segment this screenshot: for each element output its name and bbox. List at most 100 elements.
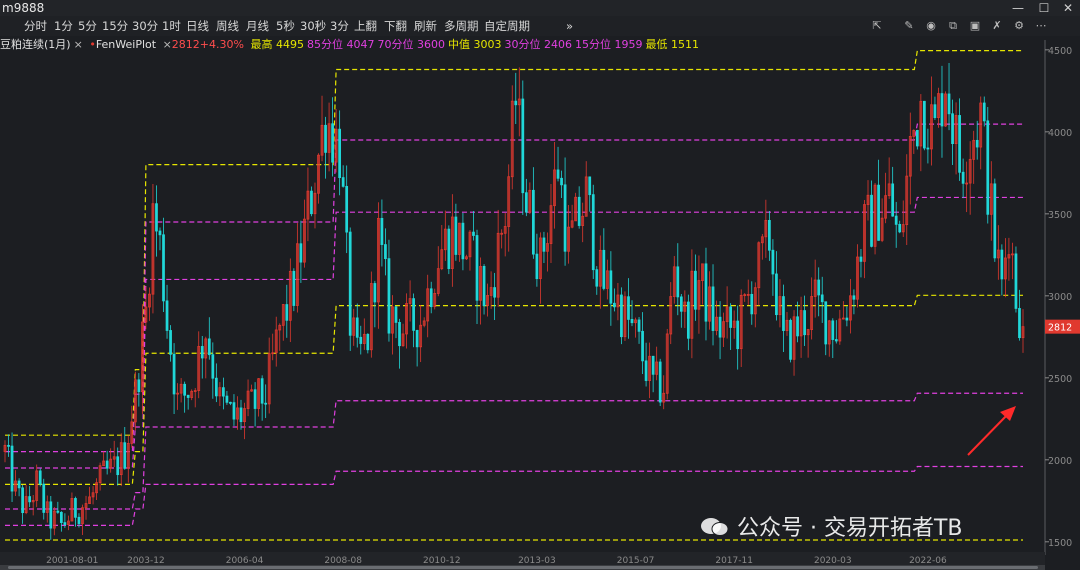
period-button-3[interactable]: 15分 — [102, 16, 128, 36]
candle-body — [859, 256, 863, 262]
candle-body — [454, 216, 458, 255]
candle-body — [947, 93, 951, 115]
candle-body — [253, 389, 257, 409]
candle-body — [923, 100, 926, 149]
candle-body — [447, 228, 451, 269]
watermark: 公众号 · 交易开拓者TB — [700, 510, 963, 542]
candle-body — [56, 510, 60, 513]
period-button-13[interactable]: 下翻 — [384, 16, 407, 36]
legend-stat-4: 30分位 2406 — [504, 38, 572, 51]
window-titlebar: m9888 — ☐ ✕ — [0, 0, 1080, 16]
candle-body — [796, 316, 799, 337]
candle-body — [1000, 249, 1004, 280]
candle-body — [711, 286, 715, 331]
period-button-2[interactable]: 5分 — [78, 16, 97, 36]
candle-body — [641, 330, 644, 362]
layers-icon[interactable]: ⧉ — [944, 16, 962, 36]
period-button-12[interactable]: 上翻 — [354, 16, 377, 36]
period-button-5[interactable]: 1时 — [162, 16, 181, 36]
candle-body — [926, 147, 930, 150]
period-button-4[interactable]: 30分 — [132, 16, 158, 36]
candle-body — [355, 317, 359, 338]
candle-body — [613, 302, 616, 308]
candle-body — [59, 511, 63, 523]
candle-body — [542, 237, 546, 252]
candle-body — [348, 231, 352, 336]
candle-body — [285, 304, 289, 321]
period-button-9[interactable]: 5秒 — [276, 16, 295, 36]
image-icon[interactable]: ▣ — [966, 16, 984, 36]
candle-body — [384, 244, 387, 260]
candle-body — [482, 265, 486, 306]
price-change: 2812+4.30% — [171, 38, 244, 51]
candle-body — [415, 329, 419, 348]
y-tick-label: 3000 — [1048, 292, 1072, 303]
candle-body — [514, 100, 518, 106]
candle-body — [232, 402, 236, 420]
legend-stat-1: 85分位 4047 — [306, 38, 375, 51]
candle-body — [229, 401, 232, 404]
candle-body — [17, 480, 21, 489]
candle-body — [341, 177, 345, 187]
eye-icon[interactable]: ◉ — [922, 16, 940, 36]
period-button-15[interactable]: 多周期 — [444, 16, 479, 36]
candle-body — [563, 184, 567, 252]
candle-body — [338, 128, 342, 179]
legend-stat-6: 最低 1511 — [645, 38, 699, 51]
candle-body — [324, 124, 327, 153]
expand-icon[interactable]: ⇱ — [868, 16, 886, 36]
period-button-8[interactable]: 月线 — [246, 16, 269, 36]
candle-body — [398, 322, 401, 347]
more-periods-button[interactable]: » — [566, 16, 573, 36]
candle-body — [310, 190, 313, 215]
more-icon[interactable]: ⋯ — [1032, 16, 1050, 36]
period-button-16[interactable]: 自定周期 — [484, 16, 530, 36]
candle-body — [42, 483, 46, 513]
candle-body — [958, 115, 961, 173]
gear-icon[interactable]: ⚙ — [1010, 16, 1028, 36]
candle-body — [162, 234, 165, 302]
candle-body — [718, 316, 722, 338]
candle-body — [10, 445, 14, 492]
legend-stat-5: 15分位 1959 — [574, 38, 643, 51]
candle-body — [264, 402, 268, 405]
y-tick-label: 2500 — [1048, 374, 1072, 385]
period-button-11[interactable]: 3分 — [330, 16, 349, 36]
period-button-0[interactable]: 分时 — [24, 16, 47, 36]
indicator-name[interactable]: FenWeiPlot — [96, 38, 156, 51]
candle-body — [38, 470, 42, 485]
close-icon[interactable]: ✕ — [1060, 0, 1076, 16]
period-toolbar: 分时 1分 5分 15分 30分 1时 日线 周线 月线 5秒 30秒 3分 上翻 下翻 刷新 多周期 自定周期… — [0, 16, 1080, 36]
pencil-icon[interactable]: ✎ — [900, 16, 918, 36]
candle-body — [77, 516, 81, 525]
candle-body — [588, 176, 592, 196]
maximize-icon[interactable]: ☐ — [1036, 0, 1052, 16]
horizontal-scrollbar[interactable] — [0, 565, 1045, 570]
candlestick-chart[interactable]: 15002000250030003500400045002812 2001-08… — [0, 0, 1080, 570]
candle-body — [556, 169, 560, 179]
period-button-7[interactable]: 周线 — [216, 16, 239, 36]
candle-body — [394, 306, 398, 323]
close-indicator-button[interactable]: × — [163, 38, 172, 51]
candle-body — [644, 360, 648, 381]
candle-body — [894, 215, 898, 225]
candle-body — [595, 269, 599, 287]
period-button-10[interactable]: 30秒 — [300, 16, 326, 36]
minimize-icon[interactable]: — — [1010, 0, 1026, 16]
candle-body — [679, 296, 683, 312]
candle-body — [852, 295, 856, 300]
trash-icon[interactable]: ✗ — [988, 16, 1006, 36]
y-tick-label: 1500 — [1048, 538, 1072, 549]
period-button-1[interactable]: 1分 — [54, 16, 73, 36]
y-tick-label: 3500 — [1048, 210, 1072, 221]
period-button-14[interactable]: 刷新 — [414, 16, 437, 36]
candle-body — [1014, 253, 1018, 309]
period-button-6[interactable]: 日线 — [186, 16, 209, 36]
candle-body — [105, 460, 109, 469]
candle-body — [627, 296, 630, 320]
scrollbar-thumb[interactable] — [8, 566, 1038, 569]
y-tick-label: 4500 — [1048, 46, 1072, 57]
close-symbol-button[interactable]: × — [74, 38, 83, 51]
candle-body — [535, 253, 539, 280]
candle-body — [694, 270, 697, 310]
